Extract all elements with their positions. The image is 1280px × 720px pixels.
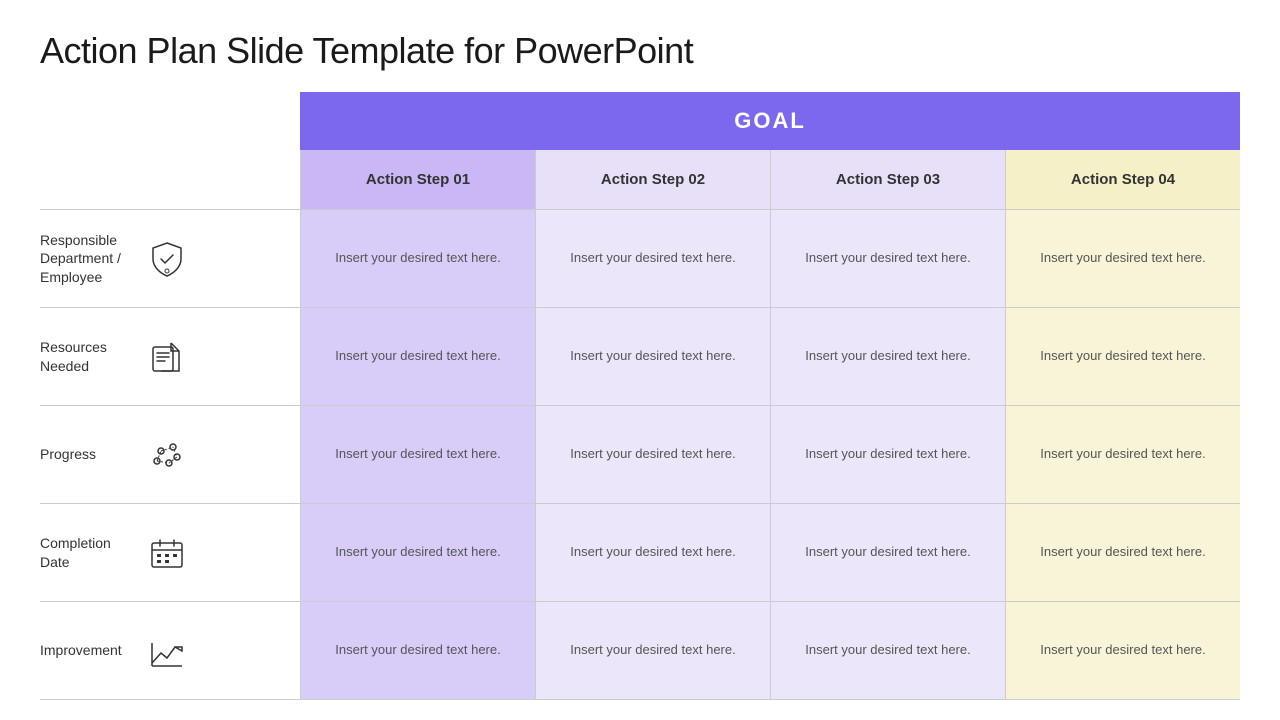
row-label-1: Resources Needed (40, 338, 140, 374)
data-row-4: Insert your desired text here.Insert you… (300, 602, 1240, 700)
row-icon-4 (140, 631, 194, 671)
cell-row4-col0[interactable]: Insert your desired text here. (300, 602, 535, 699)
col-header-step03: Action Step 03 (770, 150, 1005, 209)
goal-label: GOAL (734, 108, 806, 134)
label-row-2: Progress (40, 406, 300, 504)
cell-row0-col2[interactable]: Insert your desired text here. (770, 210, 1005, 307)
cell-row0-col0[interactable]: Insert your desired text here. (300, 210, 535, 307)
cell-row0-col1[interactable]: Insert your desired text here. (535, 210, 770, 307)
cell-row3-col1[interactable]: Insert your desired text here. (535, 504, 770, 601)
label-row-4: Improvement (40, 602, 300, 700)
data-row-0: Insert your desired text here.Insert you… (300, 210, 1240, 308)
cell-row2-col0[interactable]: Insert your desired text here. (300, 406, 535, 503)
goal-row: GOAL (300, 92, 1240, 150)
row-icon-1 (140, 337, 194, 377)
row-icon-3 (140, 533, 194, 573)
row-label-3: Completion Date (40, 534, 140, 570)
data-row-2: Insert your desired text here.Insert you… (300, 406, 1240, 504)
header-spacer (40, 150, 300, 210)
row-icon-2 (140, 435, 194, 475)
data-area: GOAL Action Step 01 Action Step 02 Actio… (300, 92, 1240, 700)
label-row-3: Completion Date (40, 504, 300, 602)
cell-row4-col1[interactable]: Insert your desired text here. (535, 602, 770, 699)
row-label-0: Responsible Department / Employee (40, 231, 140, 286)
cell-row1-col1[interactable]: Insert your desired text here. (535, 308, 770, 405)
table-wrapper: Responsible Department / Employee Resour… (40, 92, 1240, 700)
label-column: Responsible Department / Employee Resour… (40, 92, 300, 700)
goal-spacer (40, 92, 300, 150)
col-header-step01: Action Step 01 (300, 150, 535, 209)
row-icon-0 (140, 239, 194, 279)
cell-row4-col3[interactable]: Insert your desired text here. (1005, 602, 1240, 699)
label-row-0: Responsible Department / Employee (40, 210, 300, 308)
row-label-4: Improvement (40, 641, 140, 659)
cell-row2-col3[interactable]: Insert your desired text here. (1005, 406, 1240, 503)
cell-row1-col3[interactable]: Insert your desired text here. (1005, 308, 1240, 405)
cell-row3-col2[interactable]: Insert your desired text here. (770, 504, 1005, 601)
data-rows: Insert your desired text here.Insert you… (300, 210, 1240, 700)
cell-row4-col2[interactable]: Insert your desired text here. (770, 602, 1005, 699)
page: Action Plan Slide Template for PowerPoin… (0, 0, 1280, 720)
col-header-step04: Action Step 04 (1005, 150, 1240, 209)
col-header-step02: Action Step 02 (535, 150, 770, 209)
cell-row1-col2[interactable]: Insert your desired text here. (770, 308, 1005, 405)
cell-row3-col3[interactable]: Insert your desired text here. (1005, 504, 1240, 601)
cell-row3-col0[interactable]: Insert your desired text here. (300, 504, 535, 601)
label-rows: Responsible Department / Employee Resour… (40, 210, 300, 700)
data-row-1: Insert your desired text here.Insert you… (300, 308, 1240, 406)
row-label-2: Progress (40, 445, 140, 463)
cell-row0-col3[interactable]: Insert your desired text here. (1005, 210, 1240, 307)
column-headers: Action Step 01 Action Step 02 Action Ste… (300, 150, 1240, 210)
cell-row1-col0[interactable]: Insert your desired text here. (300, 308, 535, 405)
cell-row2-col2[interactable]: Insert your desired text here. (770, 406, 1005, 503)
cell-row2-col1[interactable]: Insert your desired text here. (535, 406, 770, 503)
data-row-3: Insert your desired text here.Insert you… (300, 504, 1240, 602)
page-title: Action Plan Slide Template for PowerPoin… (40, 30, 1240, 72)
label-row-1: Resources Needed (40, 308, 300, 406)
